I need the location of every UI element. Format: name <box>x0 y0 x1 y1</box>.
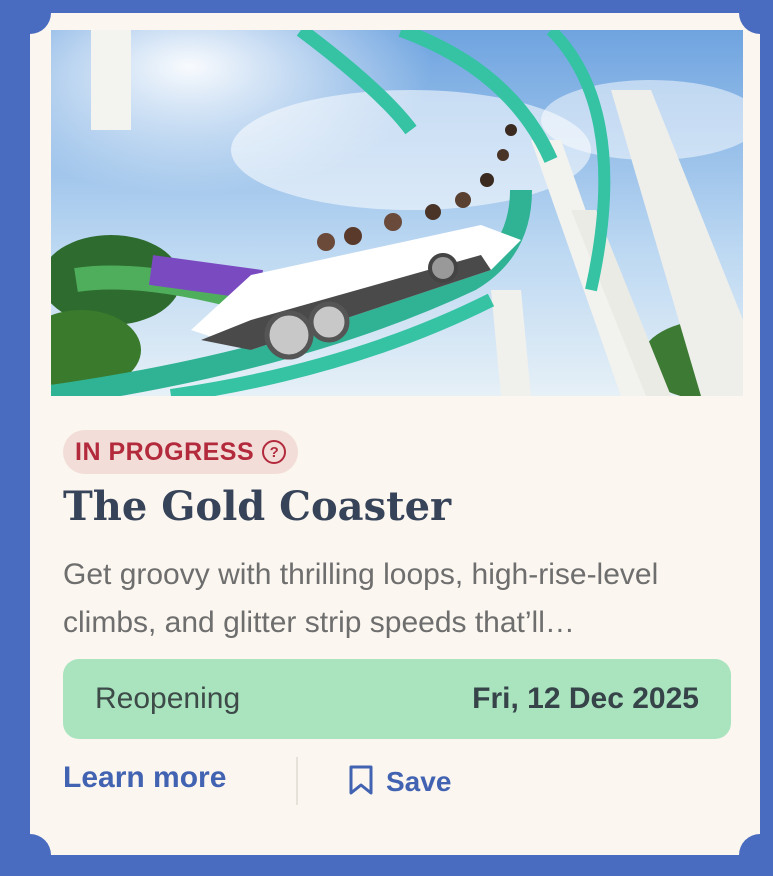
coaster-illustration <box>51 30 743 396</box>
ride-card: IN PROGRESS ? The Gold Coaster Get groov… <box>9 0 773 876</box>
card-notch <box>739 834 773 876</box>
reopening-banner: Reopening Fri, 12 Dec 2025 <box>63 659 731 739</box>
ride-title: The Gold Coaster <box>63 483 452 530</box>
save-label: Save <box>386 766 452 797</box>
card-notch <box>9 834 51 876</box>
status-text: IN PROGRESS <box>75 437 255 466</box>
ride-photo <box>51 30 743 396</box>
status-badge[interactable]: IN PROGRESS ? <box>63 430 299 474</box>
bookmark-icon <box>348 764 374 800</box>
learn-more-link[interactable]: Learn more <box>63 761 226 795</box>
question-circle-icon[interactable]: ? <box>262 440 287 464</box>
reopening-label: Reopening <box>95 682 241 715</box>
card-notch <box>739 0 773 34</box>
save-button[interactable]: Save <box>348 764 451 800</box>
card-notch <box>9 0 51 34</box>
ride-description: Get groovy with thrilling loops, high-ri… <box>63 558 659 639</box>
action-divider <box>296 757 298 805</box>
reopening-date: Fri, 12 Dec 2025 <box>472 682 699 715</box>
